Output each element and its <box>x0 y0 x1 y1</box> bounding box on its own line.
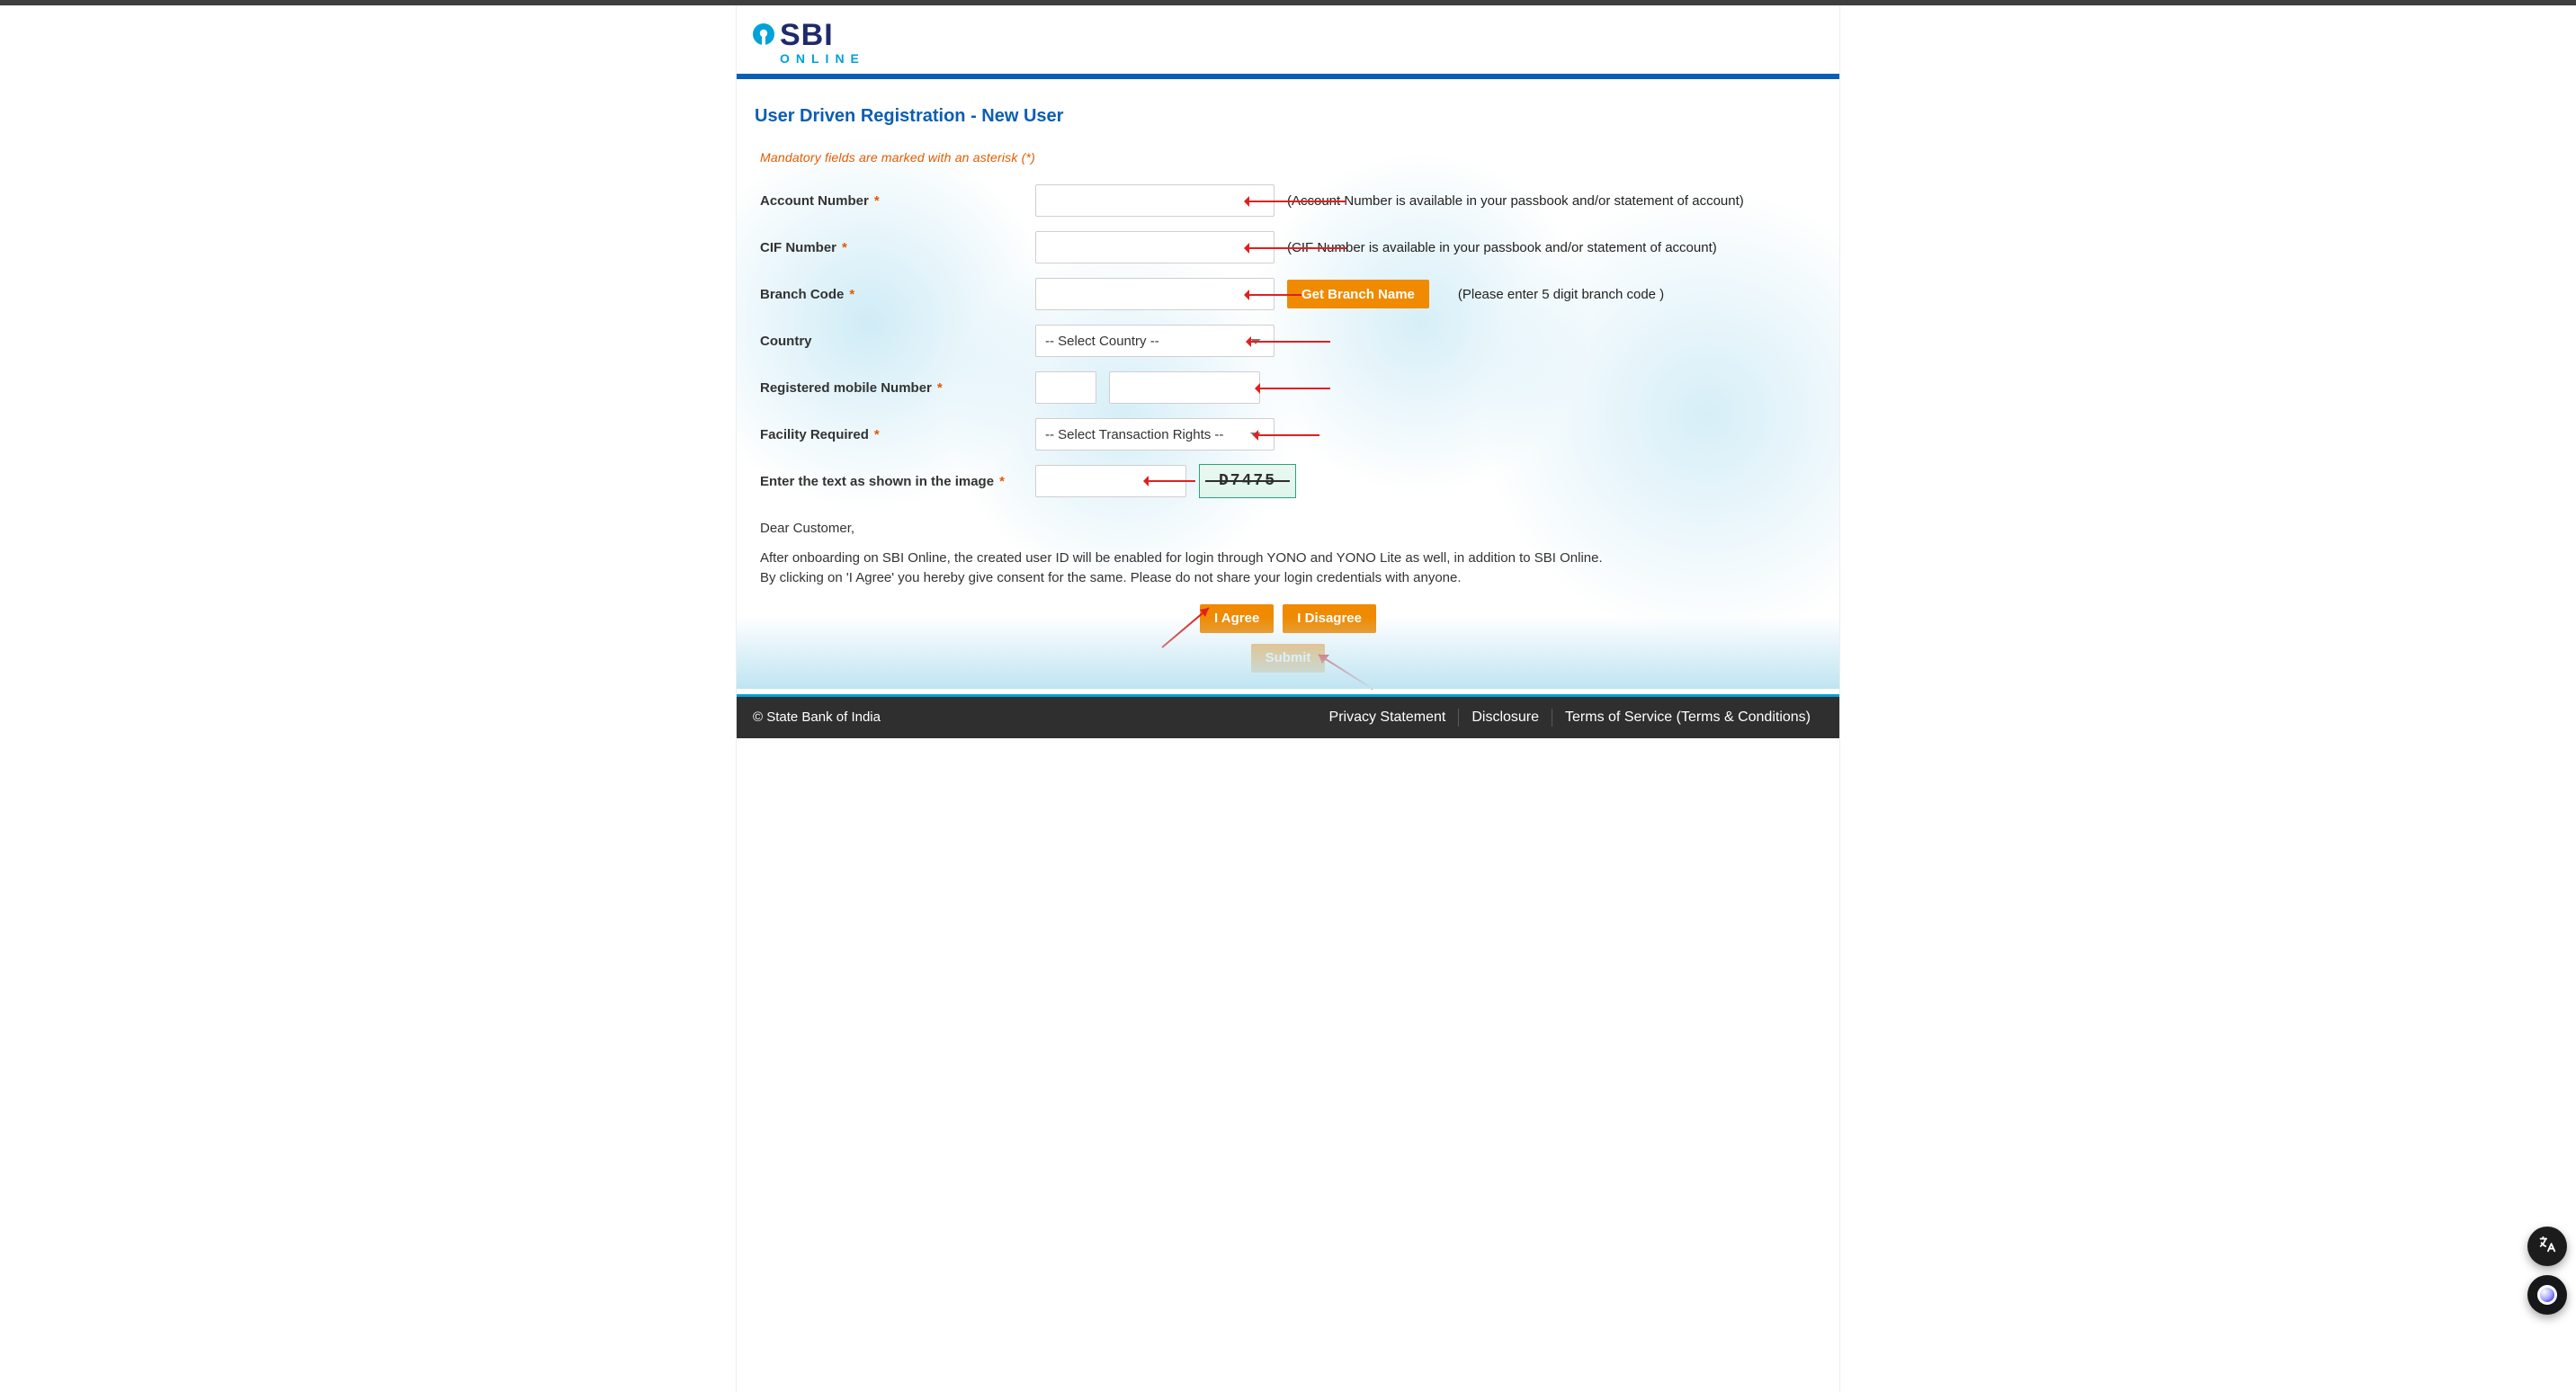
brand-sbi-text: SBI <box>780 20 865 50</box>
consent-block: Dear Customer, After onboarding on SBI O… <box>755 504 1821 588</box>
mobile-number-input[interactable] <box>1109 371 1260 404</box>
required-asterisk: * <box>874 193 880 209</box>
country-select[interactable]: -- Select Country -- <box>1035 325 1275 357</box>
annotation-arrow <box>1258 388 1330 389</box>
annotation-arrow <box>1147 480 1195 482</box>
agree-buttons-row: I Agree I Disagree <box>755 604 1821 633</box>
disagree-button[interactable]: I Disagree <box>1283 604 1376 633</box>
row-mobile: Registered mobile Number * <box>755 364 1821 411</box>
brand-online-text: ONLINE <box>780 52 865 65</box>
captcha-image: D7475 <box>1199 464 1296 498</box>
required-asterisk: * <box>874 427 880 442</box>
row-facility: Facility Required * -- Select Transactio… <box>755 411 1821 458</box>
required-asterisk: * <box>842 240 847 255</box>
translate-icon <box>2537 1235 2557 1259</box>
row-branch-code: Branch Code * Get Branch Name (Please en… <box>755 271 1821 317</box>
hint-account-number: (Account Number is available in your pas… <box>1287 193 1744 209</box>
submit-row: Submit <box>755 644 1821 673</box>
mandatory-note: Mandatory fields are marked with an aste… <box>760 150 1821 165</box>
agree-button[interactable]: I Agree <box>1200 604 1274 633</box>
page-title: User Driven Registration - New User <box>755 79 1821 143</box>
label-country: Country <box>760 334 812 349</box>
facility-select[interactable]: -- Select Transaction Rights -- <box>1035 418 1275 451</box>
hint-branch-code: (Please enter 5 digit branch code ) <box>1458 287 1664 302</box>
captcha-strike-line <box>1205 480 1290 482</box>
consent-dear: Dear Customer, <box>760 521 1821 536</box>
row-account-number: Account Number * (Account Number is avai… <box>755 177 1821 224</box>
annotation-arrow <box>1248 201 1346 202</box>
annotation-arrow <box>1248 247 1346 249</box>
assistant-fab[interactable] <box>2527 1275 2567 1315</box>
submit-button[interactable]: Submit <box>1251 644 1326 673</box>
annotation-arrow <box>1248 294 1301 296</box>
row-cif-number: CIF Number * (CIF Number is available in… <box>755 224 1821 271</box>
get-branch-name-button[interactable]: Get Branch Name <box>1287 280 1429 308</box>
footer: © State Bank of India Privacy Statement … <box>737 697 1839 738</box>
brand-logo: SBI ONLINE <box>753 20 1823 65</box>
label-branch-code: Branch Code <box>760 287 844 302</box>
mobile-country-code-input <box>1035 371 1096 404</box>
sbi-keyhole-icon <box>753 22 774 59</box>
translate-fab[interactable] <box>2527 1227 2567 1266</box>
footer-link-terms[interactable]: Terms of Service (Terms & Conditions) <box>1552 709 1823 726</box>
assistant-icon <box>2537 1285 2557 1305</box>
required-asterisk: * <box>849 287 854 302</box>
consent-line-1: After onboarding on SBI Online, the crea… <box>760 550 1603 566</box>
label-cif-number: CIF Number <box>760 240 836 255</box>
required-asterisk: * <box>999 474 1005 489</box>
content-band: User Driven Registration - New User Mand… <box>737 79 1839 689</box>
label-facility: Facility Required <box>760 427 869 442</box>
footer-link-privacy[interactable]: Privacy Statement <box>1317 709 1459 726</box>
label-account-number: Account Number <box>760 193 869 209</box>
label-captcha: Enter the text as shown in the image <box>760 474 994 489</box>
row-captcha: Enter the text as shown in the image * D… <box>755 458 1821 504</box>
label-mobile: Registered mobile Number <box>760 380 932 396</box>
hint-cif-number: (CIF Number is available in your passboo… <box>1287 240 1717 255</box>
row-country: Country -- Select Country -- <box>755 317 1821 364</box>
annotation-arrow <box>1249 341 1330 343</box>
consent-line-2: By clicking on 'I Agree' you hereby give… <box>760 570 1462 585</box>
header: SBI ONLINE <box>737 5 1839 74</box>
required-asterisk: * <box>937 380 943 396</box>
footer-copyright: © State Bank of India <box>753 709 881 725</box>
annotation-arrow <box>1257 434 1319 436</box>
footer-link-disclosure[interactable]: Disclosure <box>1459 709 1552 726</box>
page-container: SBI ONLINE User Driven Registration - Ne… <box>736 5 1840 1392</box>
